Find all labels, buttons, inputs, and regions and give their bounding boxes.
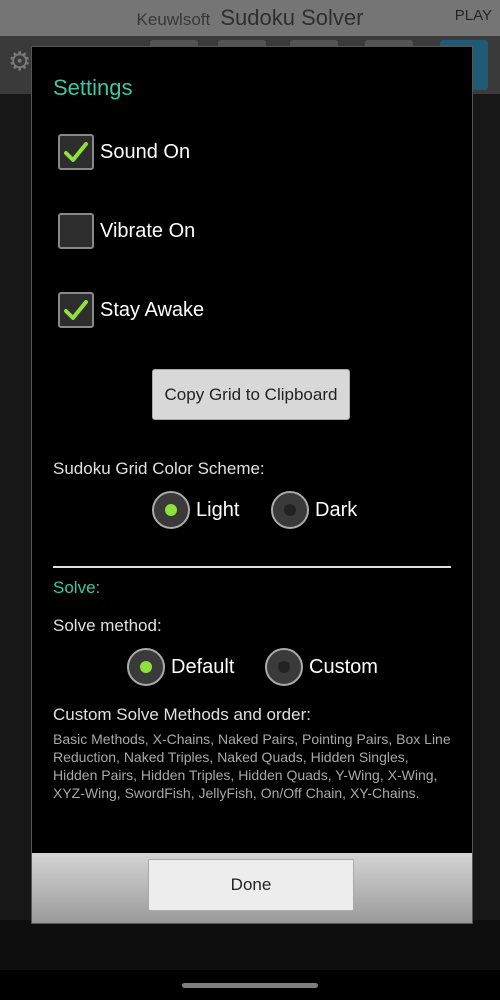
dialog-title: Settings	[53, 75, 133, 100]
vibrate-on-option[interactable]: Vibrate On	[58, 211, 195, 251]
settings-dialog: Settings Sound On Vibrate On Stay Awake …	[31, 46, 473, 924]
done-button[interactable]: Done	[148, 859, 354, 911]
sound-on-option[interactable]: Sound On	[58, 132, 190, 172]
vibrate-on-label: Vibrate On	[100, 219, 196, 242]
checkmark-icon	[64, 142, 88, 162]
divider	[53, 566, 451, 568]
vibrate-on-checkbox[interactable]	[58, 213, 94, 249]
method-default-option[interactable]: Default	[127, 647, 234, 687]
method-default-radio[interactable]	[127, 648, 165, 686]
custom-methods-list: Basic Methods, X-Chains, Naked Pairs, Po…	[53, 731, 451, 801]
scheme-dark-option[interactable]: Dark	[271, 490, 357, 530]
custom-methods-label: Custom Solve Methods and order:	[53, 705, 311, 724]
scheme-light-radio[interactable]	[152, 491, 190, 529]
stay-awake-option[interactable]: Stay Awake	[58, 290, 204, 330]
checkmark-icon	[64, 300, 88, 320]
dialog-footer: Done	[32, 853, 472, 923]
stay-awake-label: Stay Awake	[100, 298, 205, 321]
scheme-dark-label: Dark	[315, 498, 358, 521]
sound-on-checkbox[interactable]	[58, 134, 94, 170]
method-custom-label: Custom	[309, 655, 378, 678]
method-default-label: Default	[171, 655, 235, 678]
color-scheme-label: Sudoku Grid Color Scheme:	[53, 459, 265, 478]
solve-method-label: Solve method:	[53, 616, 162, 635]
scheme-dark-radio[interactable]	[271, 491, 309, 529]
scheme-light-option[interactable]: Light	[152, 490, 239, 530]
sound-on-label: Sound On	[100, 140, 191, 163]
method-custom-option[interactable]: Custom	[265, 647, 378, 687]
copy-grid-button[interactable]: Copy Grid to Clipboard	[152, 369, 350, 420]
stay-awake-checkbox[interactable]	[58, 292, 94, 328]
scheme-light-label: Light	[196, 498, 240, 521]
solve-section-heading: Solve:	[53, 578, 101, 597]
method-custom-radio[interactable]	[265, 648, 303, 686]
